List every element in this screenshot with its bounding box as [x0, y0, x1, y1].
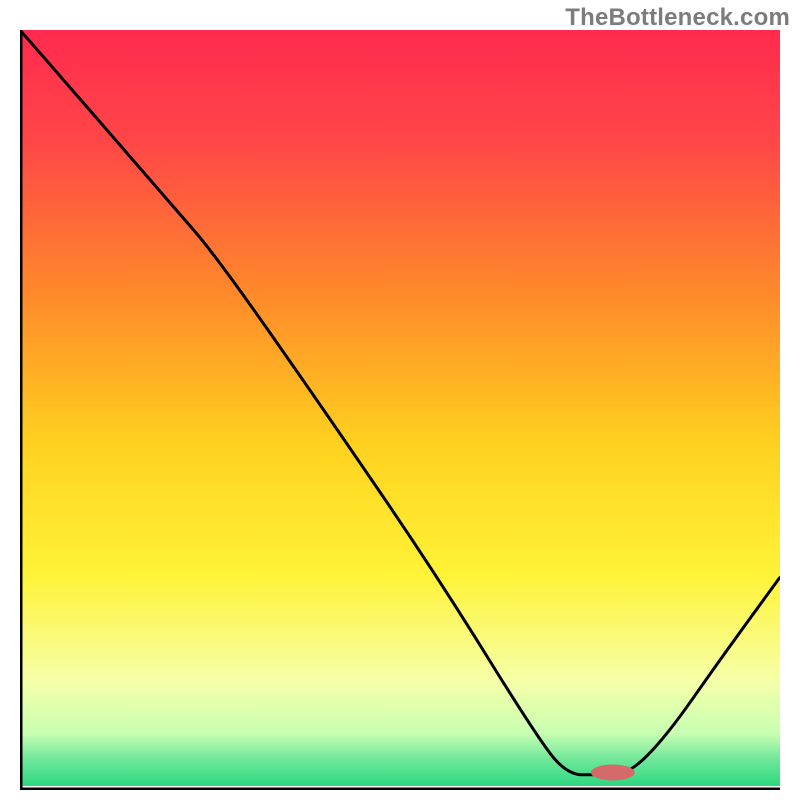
plot-svg — [20, 30, 780, 790]
gradient-rect — [20, 30, 780, 786]
watermark-text: TheBottleneck.com — [565, 4, 790, 32]
chart-stage: TheBottleneck.com — [0, 0, 800, 800]
optimal-marker — [591, 765, 635, 781]
plot-frame — [20, 30, 780, 790]
